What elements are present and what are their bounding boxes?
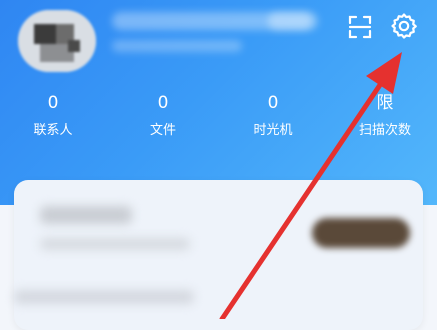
stat-files[interactable]: 0 文件 bbox=[118, 93, 208, 139]
scan-button[interactable] bbox=[345, 12, 375, 42]
stat-scans-label: 扫描次数 bbox=[358, 123, 411, 138]
gear-icon bbox=[391, 13, 417, 39]
stat-contacts-value: 0 bbox=[47, 93, 59, 113]
card-subtitle-blurred bbox=[40, 238, 190, 250]
user-tag-blurred bbox=[268, 12, 318, 30]
avatar[interactable] bbox=[18, 10, 96, 72]
membership-card[interactable] bbox=[14, 180, 423, 330]
stat-contacts-label: 联系人 bbox=[33, 123, 73, 138]
stat-files-label: 文件 bbox=[149, 123, 176, 138]
card-footer-blurred bbox=[14, 290, 194, 304]
stat-contacts[interactable]: 0 联系人 bbox=[8, 93, 98, 139]
scan-icon bbox=[348, 15, 372, 39]
user-subtitle-blurred bbox=[112, 40, 242, 52]
card-action-button[interactable] bbox=[312, 218, 410, 248]
stat-timemachine-value: 0 bbox=[267, 93, 279, 113]
profile-header: 0 联系人 0 文件 0 时光机 限 扫描次数 bbox=[0, 0, 437, 205]
stat-timemachine[interactable]: 0 时光机 bbox=[228, 93, 318, 139]
stat-scans-value: 限 bbox=[376, 93, 394, 113]
stat-files-value: 0 bbox=[157, 93, 169, 113]
card-title-blurred bbox=[40, 206, 132, 224]
settings-button[interactable] bbox=[389, 11, 419, 41]
stat-timemachine-label: 时光机 bbox=[253, 123, 293, 138]
stat-scans[interactable]: 限 扫描次数 bbox=[340, 93, 430, 139]
